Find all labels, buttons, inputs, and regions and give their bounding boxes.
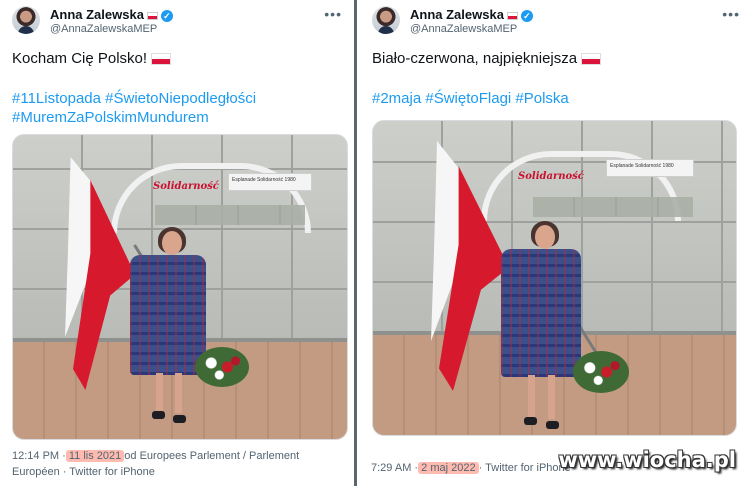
memorial-plaque <box>533 197 693 217</box>
tweet-source[interactable]: · Twitter for iPhone <box>476 462 571 474</box>
tweet-photo[interactable]: Solidarność Esplanade Solidarność 1980 <box>12 134 348 440</box>
author-name[interactable]: Anna Zalewska <box>50 7 144 22</box>
shoe-left <box>524 417 537 425</box>
avatar[interactable] <box>372 6 400 34</box>
leg-left <box>528 375 535 419</box>
tweet-text: Kocham Cię Polsko! <box>12 50 172 67</box>
leg-left <box>156 373 163 413</box>
plaid-coat <box>130 255 206 375</box>
tweet-date-highlighted[interactable]: 2 maj 2022 <box>421 462 475 474</box>
plaid-coat <box>501 249 581 377</box>
verified-badge-icon: ✓ <box>520 9 533 22</box>
esplanade-sign: Esplanade Solidarność 1980 <box>228 173 312 191</box>
poland-flag-emoji-icon <box>581 53 602 66</box>
tweet-header: Anna Zalewska ✓ @AnnaZalewskaMEP ••• <box>12 6 342 40</box>
tweet-text-content: Biało-czerwona, najpiękniejsza <box>372 50 578 67</box>
leg-right <box>548 375 555 419</box>
author-name-line[interactable]: Anna Zalewska ✓ <box>50 7 173 22</box>
author-name[interactable]: Anna Zalewska <box>410 7 504 22</box>
shoe-right <box>546 421 559 429</box>
tweet-time[interactable]: 7:29 AM · <box>371 462 421 474</box>
tweet-text: Biało-czerwona, najpiękniejsza <box>372 50 602 67</box>
esplanade-sign: Esplanade Solidarność 1980 <box>606 159 694 177</box>
tweet-text-content: Kocham Cię Polsko! <box>12 50 148 67</box>
verified-badge-icon: ✓ <box>160 9 173 22</box>
head <box>535 225 555 249</box>
tweet-date[interactable]: 11 lis 2021 <box>69 450 121 462</box>
poland-flag-icon <box>146 11 158 20</box>
tweet-date-highlighted[interactable]: 11 lis 2021 <box>69 450 121 462</box>
site-watermark: www.wiocha.pl <box>558 448 736 472</box>
author-handle[interactable]: @AnnaZalewskaMEP <box>410 23 517 35</box>
memorial-plaque <box>155 205 305 225</box>
hashtags-line[interactable]: #2maja #ŚwiętoFlagi #Polska <box>372 88 569 110</box>
solidarnosc-logo: Solidarność <box>153 181 219 192</box>
tweet-right: Anna Zalewska ✓ @AnnaZalewskaMEP ••• Biał… <box>357 0 750 486</box>
more-options-icon[interactable]: ••• <box>324 6 342 22</box>
tweet-meta: 7:29 AM · 2 maj 2022 · Twitter for iPhon… <box>371 460 571 476</box>
poland-flag-icon <box>506 11 518 20</box>
avatar[interactable] <box>12 6 40 34</box>
hashtags-line-2[interactable]: #MuremZaPolskimMundurem <box>12 107 209 129</box>
tweet-time[interactable]: 12:14 PM · <box>12 450 69 462</box>
more-options-icon[interactable]: ••• <box>722 6 740 22</box>
tweet-photo[interactable]: Solidarność Esplanade Solidarność 1980 <box>372 120 737 436</box>
tweet-meta: 12:14 PM · 11 lis 2021 od Europees Parle… <box>12 448 312 480</box>
author-name-line[interactable]: Anna Zalewska ✓ <box>410 7 533 22</box>
leg-right <box>175 373 182 413</box>
author-handle[interactable]: @AnnaZalewskaMEP <box>50 23 157 35</box>
tweet-left: Anna Zalewska ✓ @AnnaZalewskaMEP ••• Koch… <box>0 0 354 486</box>
head <box>162 231 182 255</box>
shoe-right <box>173 415 186 423</box>
tweet-header: Anna Zalewska ✓ @AnnaZalewskaMEP ••• <box>372 6 740 40</box>
flower-bouquet <box>195 347 249 387</box>
solidarnosc-logo: Solidarność <box>518 171 584 182</box>
tweet-date[interactable]: 2 maj 2022 <box>421 462 475 474</box>
flower-bouquet <box>573 351 629 393</box>
poland-flag-emoji-icon <box>151 53 172 66</box>
shoe-left <box>152 411 165 419</box>
